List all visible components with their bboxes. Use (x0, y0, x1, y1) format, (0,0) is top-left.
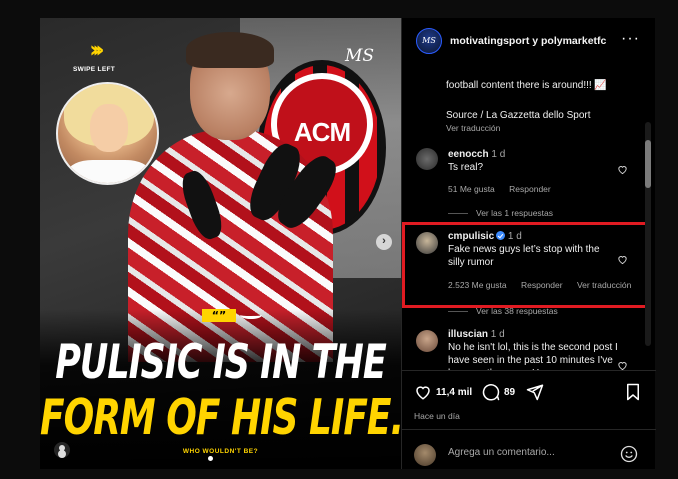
swoosh-mark (240, 311, 262, 319)
quote-badge: “” (202, 309, 236, 322)
comment-time: 1 d (491, 149, 506, 160)
heart-icon[interactable] (617, 164, 628, 175)
headline-line2: FORM OF HIS LIFE... (40, 390, 401, 447)
carousel-indicator (208, 456, 213, 461)
heart-icon[interactable] (617, 360, 628, 370)
chevrons-right-icon: ››› (89, 38, 104, 63)
comment-time: 1 d (490, 329, 505, 340)
comment-text: Ts real? (448, 162, 484, 173)
owner-username[interactable]: motivatingsport y polymarketfc (450, 35, 606, 47)
caption-line: football content there is around!!! 📈 (446, 80, 607, 91)
post-modal: ACM ››› SWIPE LEFT MS › “” PULISIC IS IN… (40, 18, 656, 469)
comment-avatar[interactable] (416, 148, 438, 170)
comment-likes[interactable]: 51 Me gusta (448, 184, 495, 194)
comments-list[interactable]: football content there is around!!! 📈 So… (402, 64, 656, 370)
subline: WHO WOULDN'T BE? (182, 448, 259, 455)
comment-composer (402, 429, 656, 469)
tagged-users-icon[interactable] (54, 442, 70, 458)
comment-meta: 51 Me gusta Responder (448, 184, 563, 194)
like-heart-icon[interactable] (414, 383, 432, 401)
comment-avatar[interactable] (416, 330, 438, 352)
swipe-label: SWIPE LEFT (73, 66, 115, 73)
comment-bubble-icon[interactable] (482, 383, 500, 401)
post-actions: 11,4 mil 89 Hace un día (402, 370, 656, 468)
reply-button[interactable]: Responder (509, 184, 551, 194)
comment-input[interactable] (448, 447, 608, 458)
comment-header: illuscian 1 d (448, 328, 608, 341)
caption-translate-link[interactable]: Ver traducción (446, 123, 500, 133)
next-media-button[interactable]: › (376, 234, 392, 250)
post-image[interactable]: ACM ››› SWIPE LEFT MS › “” PULISIC IS IN… (40, 18, 401, 469)
current-user-avatar (414, 444, 436, 466)
highlight-box (402, 222, 648, 308)
comment-text: No he isn't lol, this is the second post… (448, 342, 618, 370)
brand-logo: MS (345, 46, 375, 66)
post-header: MS motivatingsport y polymarketfc ··· (402, 18, 656, 64)
comments-count[interactable]: 89 (504, 387, 515, 398)
headline-line1: PULISIC IS IN THE (55, 336, 387, 390)
side-panel: MS motivatingsport y polymarketfc ··· fo… (401, 18, 656, 469)
comment-header: eenocch 1 d (448, 148, 608, 161)
share-send-icon[interactable] (526, 383, 544, 401)
more-dots-icon[interactable]: ··· (621, 30, 640, 48)
emoji-icon[interactable] (620, 445, 638, 463)
comments-scrollbar[interactable] (645, 122, 651, 346)
likes-count[interactable]: 11,4 mil (436, 387, 472, 398)
owner-avatar[interactable]: MS (416, 28, 442, 54)
scrollbar-thumb[interactable] (645, 140, 651, 188)
swipe-left-hint: ››› SWIPE LEFT (64, 38, 124, 74)
bookmark-icon[interactable] (624, 383, 642, 401)
comment-username[interactable]: eenocch (448, 149, 489, 160)
posted-time[interactable]: Hace un día (414, 411, 460, 421)
comment-username[interactable]: illuscian (448, 329, 488, 340)
view-replies-link[interactable]: Ver las 1 respuestas (448, 208, 553, 218)
caption-source: Source / La Gazzetta dello Sport (446, 110, 591, 121)
